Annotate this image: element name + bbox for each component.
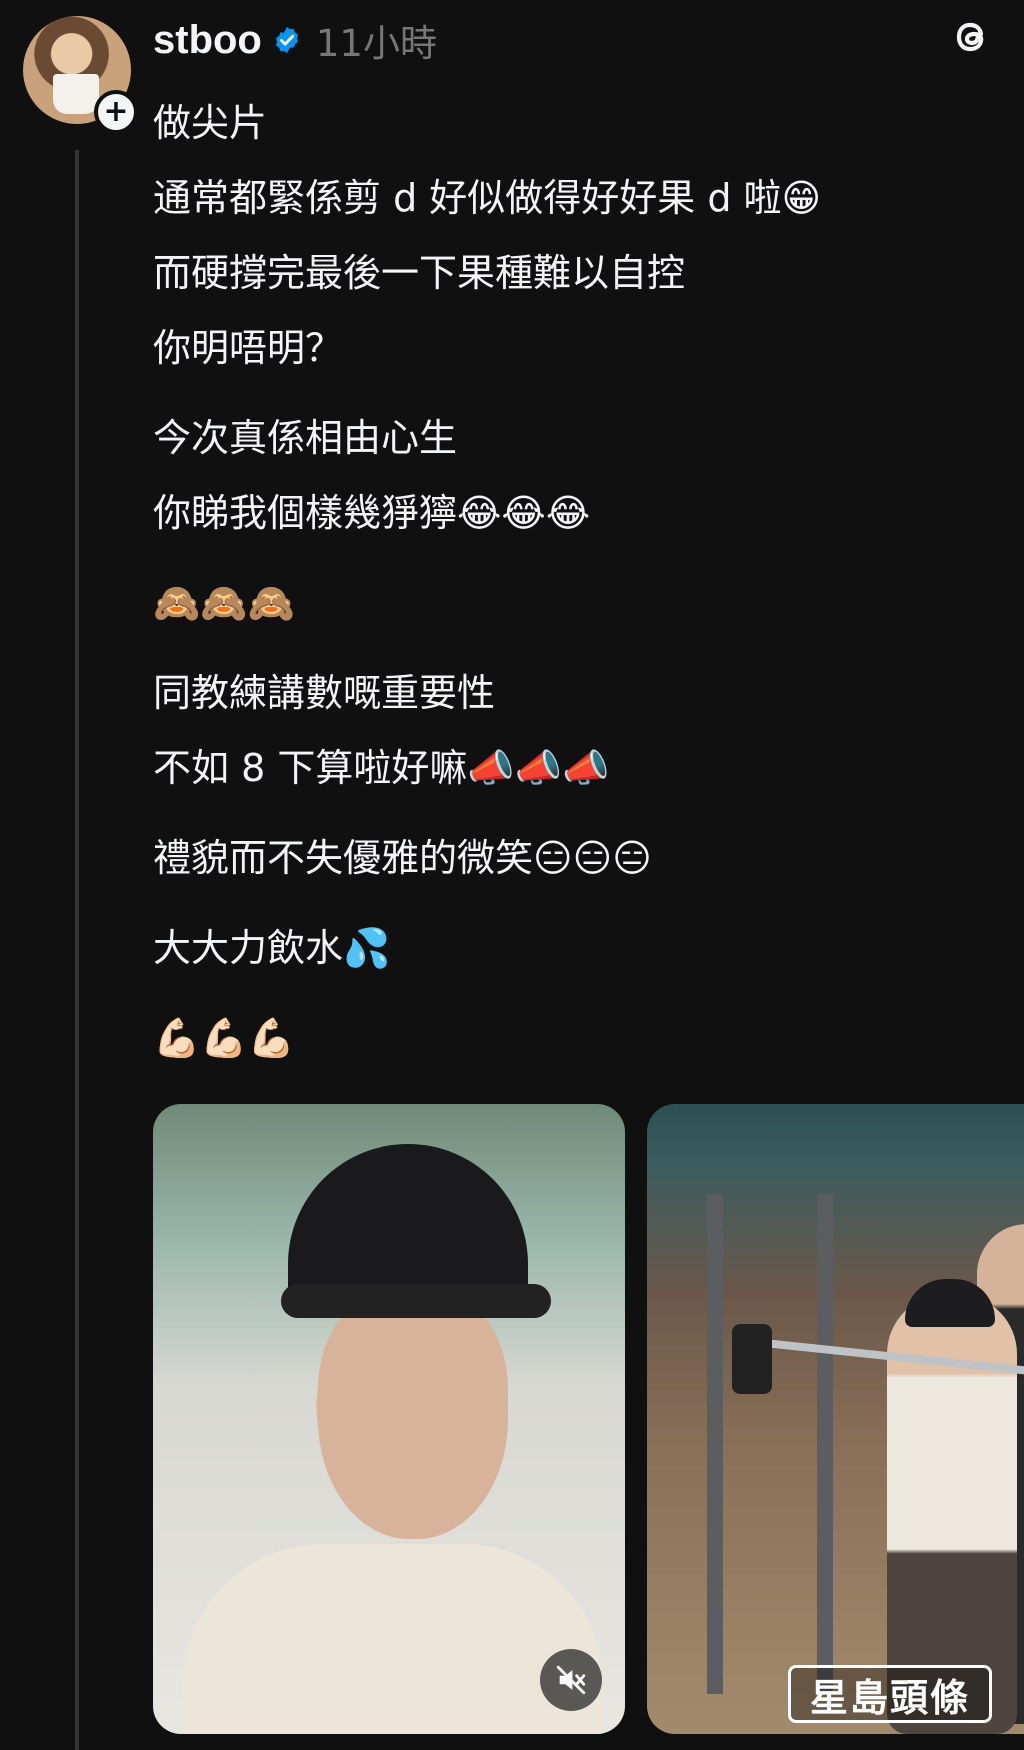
- post-paragraph: 大大力飲水💦: [153, 911, 1003, 986]
- post-paragraph: 💪🏻💪🏻💪🏻: [153, 1001, 1003, 1076]
- post-line: 而硬撐完最後一下果種難以自控: [153, 251, 686, 295]
- face: [318, 1289, 508, 1539]
- video-thumbnail-gym[interactable]: [647, 1104, 1024, 1734]
- threads-logo-icon[interactable]: [947, 12, 995, 60]
- post-header: stboo 11小時: [153, 14, 437, 66]
- post-line: 今次真係相由心生: [153, 416, 458, 460]
- media-carousel[interactable]: [153, 1104, 1024, 1734]
- plus-icon: +: [103, 94, 129, 129]
- thread-line: [75, 150, 79, 1750]
- follow-button[interactable]: +: [94, 90, 138, 134]
- post-line: 做尖片: [153, 101, 268, 145]
- post-line: 禮貌而不失優雅的微笑😑😑😑: [153, 836, 652, 880]
- verified-badge-icon: [275, 26, 298, 54]
- post-line: 通常都緊係剪 d 好似做得好好果 d 啦😁: [153, 176, 822, 220]
- post-paragraph: 同教練講數嘅重要性 不如 8 下算啦好嘛📣📣📣: [153, 656, 1003, 806]
- speaker-muted-icon: [556, 1665, 586, 1695]
- post-paragraph: 🙈🙈🙈: [153, 566, 1003, 641]
- video-thumbnail-selfie[interactable]: [153, 1104, 625, 1734]
- cap-brim: [281, 1284, 551, 1318]
- power-rack-post: [817, 1194, 833, 1694]
- power-rack-post: [707, 1194, 723, 1694]
- weight-plate: [732, 1324, 772, 1394]
- tank-top: [183, 1544, 603, 1734]
- post-line: 你睇我個樣幾猙獰😂😂😂: [153, 491, 591, 535]
- post-body: 做尖片 通常都緊係剪 d 好似做得好好果 d 啦😁 而硬撐完最後一下果種難以自控…: [153, 86, 1003, 1091]
- post-paragraph: 而硬撐完最後一下果種難以自控 你明唔明？: [153, 236, 1003, 386]
- post-paragraph: 禮貌而不失優雅的微笑😑😑😑: [153, 821, 1003, 896]
- post-paragraph: 做尖片 通常都緊係剪 d 好似做得好好果 d 啦😁: [153, 86, 1003, 236]
- mute-button[interactable]: [540, 1649, 602, 1711]
- post-line: 大大力飲水💦: [153, 926, 391, 970]
- post-line: 🙈🙈🙈: [153, 581, 295, 625]
- post-line: 你明唔明？: [153, 326, 344, 370]
- post-timestamp: 11小時: [315, 22, 437, 65]
- watermark: 星島頭條: [788, 1665, 992, 1723]
- username[interactable]: stboo: [153, 18, 262, 63]
- post-line: 同教練講數嘅重要性: [153, 671, 496, 715]
- avatar-mug: [53, 74, 99, 114]
- post-paragraph: 今次真係相由心生 你睇我個樣幾猙獰😂😂😂: [153, 401, 1003, 551]
- post-line: 💪🏻💪🏻💪🏻: [153, 1016, 295, 1060]
- post-line: 不如 8 下算啦好嘛📣📣📣: [153, 746, 610, 790]
